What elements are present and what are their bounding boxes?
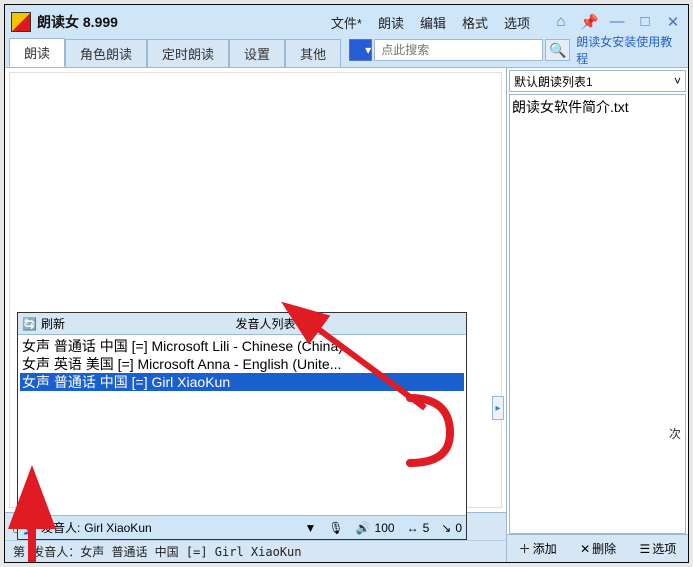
add-button[interactable]: ＋添加 (519, 540, 557, 557)
dropdown-icon[interactable]: ▼ (304, 521, 316, 535)
minimize-icon[interactable]: — (608, 13, 626, 31)
voice-list-panel: 🔄 刷新 发音人列表 女声 普通话 中国 [=] Microsoft Lili … (17, 312, 467, 540)
voice-panel-title: 发音人列表 (69, 315, 462, 332)
menu-format[interactable]: 格式 (462, 13, 488, 32)
playlist-item[interactable]: 朗读女软件简介.txt (512, 97, 683, 117)
mic-control[interactable]: 🎙 (328, 521, 343, 535)
tab-settings[interactable]: 设置 (229, 39, 285, 67)
tab-other[interactable]: 其他 (285, 39, 341, 67)
volume-control[interactable]: 🔊100 (356, 521, 395, 535)
rate-icon: ↔ (407, 521, 419, 535)
voice-row[interactable]: 女声 普通话 中国 [=] Microsoft Lili - Chinese (… (20, 337, 464, 355)
tab-role-read[interactable]: 角色朗读 (65, 39, 147, 67)
volume-icon: 🔊 (356, 521, 371, 535)
pin-icon[interactable]: 📌 (580, 13, 598, 31)
list-icon: ☰ (640, 542, 651, 556)
voice-status-bar: 👤 发音人: Girl XiaoKun ▼ 🎙 🔊100 ↔5 ↘0 (18, 515, 466, 539)
chevron-down-icon: ˅ (674, 74, 681, 88)
close-icon[interactable]: ✕ (664, 13, 682, 31)
right-panel: 默认朗读列表1˅ 朗读女软件简介.txt 次 ＋添加 ✕删除 ☰选项 (506, 68, 688, 562)
voice-status-name: Girl XiaoKun (84, 521, 151, 535)
count-suffix: 次 (669, 427, 681, 441)
playlist-select[interactable]: 默认朗读列表1˅ (509, 70, 686, 92)
plus-icon: ＋ (519, 540, 531, 557)
voice-row[interactable]: 女声 英语 美国 [=] Microsoft Anna - English (U… (20, 355, 464, 373)
menu-options[interactable]: 选项 (504, 13, 530, 32)
voice-row-selected[interactable]: 女声 普通话 中国 [=] Girl XiaoKun (20, 373, 464, 391)
refresh-label[interactable]: 刷新 (41, 315, 65, 332)
voice-status-prefix: 发音人: (41, 519, 80, 536)
search-input[interactable] (374, 39, 543, 61)
x-icon: ✕ (580, 542, 590, 556)
mic-icon: 🎙 (328, 521, 343, 535)
playlist[interactable]: 朗读女软件简介.txt 次 (509, 94, 686, 534)
status-bar: 第 发音人：女声 普通话 中国 [=] Girl XiaoKun (5, 540, 506, 562)
rate-control[interactable]: ↔5 (407, 521, 430, 535)
collapse-handle[interactable]: ▸ (492, 396, 504, 420)
home-icon[interactable]: ⌂ (552, 13, 570, 31)
voice-list[interactable]: 女声 普通话 中国 [=] Microsoft Lili - Chinese (… (18, 335, 466, 515)
refresh-icon[interactable]: 🔄 (22, 317, 37, 331)
options-button[interactable]: ☰选项 (640, 540, 677, 557)
menu-read[interactable]: 朗读 (378, 13, 404, 32)
pitch-icon: ↘ (441, 521, 451, 535)
menu-edit[interactable]: 编辑 (420, 13, 446, 32)
tab-row: 朗读 角色朗读 定时朗读 设置 其他 🐾▾ 🔍 朗读女安装使用教程 (5, 39, 688, 67)
search-button[interactable]: 🔍 (545, 39, 570, 61)
app-title: 朗读女 8.999 (37, 12, 118, 32)
paw-icon[interactable]: 🐾▾ (349, 39, 372, 61)
pitch-control[interactable]: ↘0 (441, 521, 462, 535)
menu-file[interactable]: 文件* (331, 13, 362, 32)
person-icon: 👤 (22, 521, 37, 535)
delete-button[interactable]: ✕删除 (580, 540, 616, 557)
tab-read[interactable]: 朗读 (9, 38, 65, 67)
app-logo (11, 12, 31, 32)
maximize-icon[interactable]: □ (636, 13, 654, 31)
help-link[interactable]: 朗读女安装使用教程 (572, 33, 684, 67)
tab-timed-read[interactable]: 定时朗读 (147, 39, 229, 67)
